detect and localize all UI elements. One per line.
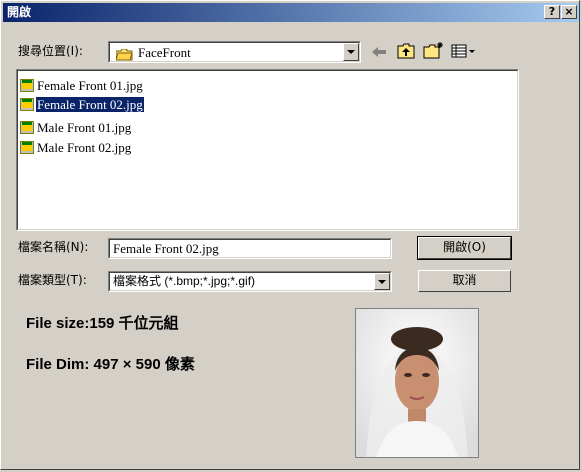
- filetype-label: 檔案類型(T):: [18, 273, 87, 287]
- window-title: 開啟: [7, 5, 32, 19]
- lookin-value: FaceFront: [138, 45, 191, 60]
- filename-label: 檔案名稱(N):: [18, 240, 89, 254]
- up-folder-icon[interactable]: [397, 43, 415, 59]
- help-button[interactable]: ?: [544, 5, 560, 19]
- filetype-dropdown-arrow[interactable]: [374, 273, 390, 290]
- list-item[interactable]: Male Front 02.jpg: [20, 139, 132, 155]
- list-item[interactable]: Female Front 02.jpg: [20, 96, 144, 112]
- file-name: Female Front 02.jpg: [36, 96, 144, 112]
- file-name: Male Front 01.jpg: [37, 119, 132, 135]
- jpg-file-icon: [20, 120, 34, 134]
- open-dialog: 開啟 ? × 搜尋位置(I): FaceFront Female Front 0…: [0, 0, 580, 470]
- close-button[interactable]: ×: [561, 5, 577, 19]
- title-bar: 開啟 ? ×: [3, 3, 579, 22]
- new-folder-icon[interactable]: [423, 41, 445, 59]
- filetype-value: 檔案格式 (*.bmp;*.jpg;*.gif): [113, 274, 256, 288]
- preview-image: [355, 308, 479, 458]
- file-dim-text: File Dim: 497 × 590 像素: [26, 356, 195, 373]
- lookin-dropdown-arrow[interactable]: [343, 43, 359, 61]
- file-name: Male Front 02.jpg: [37, 139, 132, 155]
- file-list[interactable]: Female Front 01.jpg Female Front 02.jpg …: [16, 69, 519, 231]
- cancel-button[interactable]: 取消: [418, 270, 511, 292]
- list-item[interactable]: Female Front 01.jpg: [20, 77, 144, 93]
- lookin-label: 搜尋位置(I):: [18, 44, 83, 58]
- jpg-file-icon: [20, 78, 34, 92]
- file-name: Female Front 01.jpg: [37, 77, 143, 93]
- filename-value: Female Front 02.jpg: [113, 241, 219, 256]
- filetype-combo[interactable]: 檔案格式 (*.bmp;*.jpg;*.gif): [108, 271, 392, 292]
- filename-field[interactable]: Female Front 02.jpg: [108, 238, 392, 259]
- folder-icon: [115, 46, 133, 61]
- jpg-file-icon: [20, 140, 34, 154]
- back-arrow-icon[interactable]: [371, 44, 387, 58]
- view-menu-icon[interactable]: [451, 43, 483, 59]
- jpg-file-icon: [20, 97, 34, 111]
- list-item[interactable]: Male Front 01.jpg: [20, 119, 132, 135]
- open-button[interactable]: 開啟(O): [417, 236, 512, 260]
- file-size-text: File size:159 千位元組: [26, 315, 179, 332]
- lookin-combo[interactable]: FaceFront: [108, 41, 361, 63]
